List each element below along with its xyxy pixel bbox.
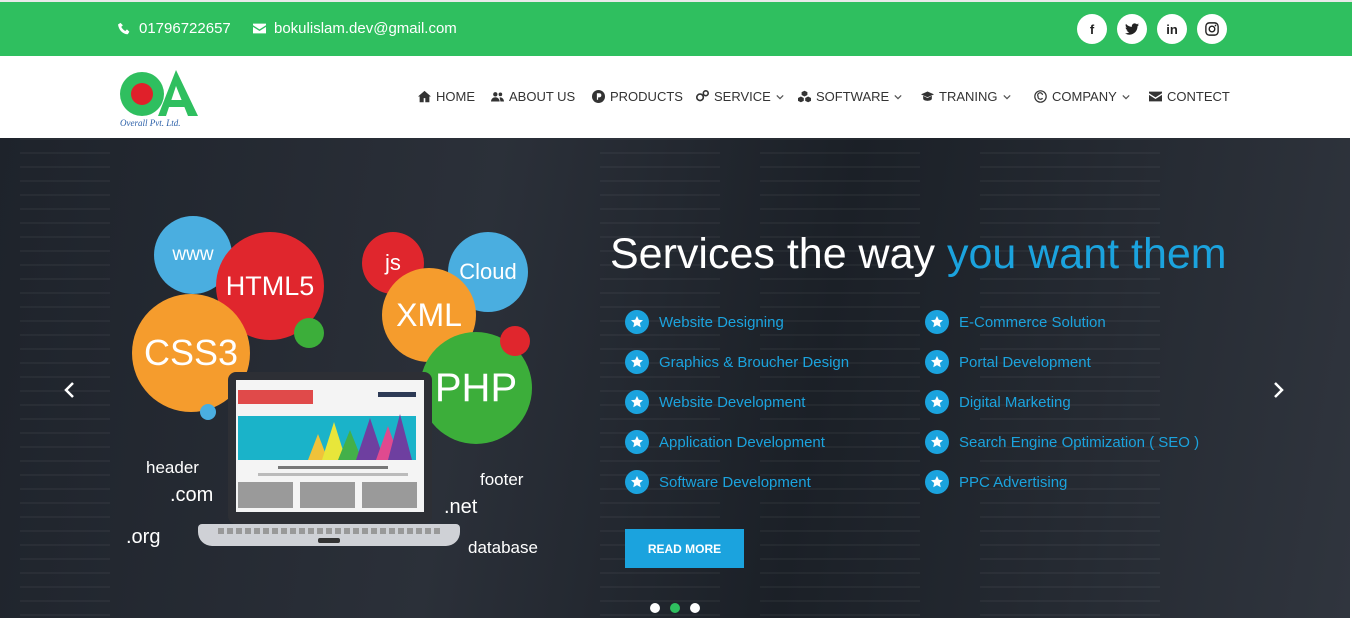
service-label: Digital Marketing xyxy=(959,393,1071,411)
service-label: Website Designing xyxy=(659,313,784,331)
slider-prev-arrow[interactable] xyxy=(60,380,80,400)
nav-products-label: PRODUCTS xyxy=(610,89,683,104)
nav-company-label: COMPANY xyxy=(1052,89,1117,104)
hero-title: Services the way you want them xyxy=(610,230,1227,279)
slider-next-arrow[interactable] xyxy=(1268,380,1288,400)
top-bar: 01796722657 bokulislam.dev@gmail.com f i… xyxy=(0,0,1352,56)
star-icon xyxy=(925,470,949,494)
slider-dot-2[interactable] xyxy=(670,603,680,613)
service-item[interactable]: E-Commerce Solution xyxy=(925,310,1106,334)
company-logo[interactable]: Overall Pvt. Ltd. xyxy=(118,64,202,130)
star-icon xyxy=(925,350,949,374)
nav-about-us[interactable]: ABOUT US xyxy=(491,89,575,104)
hero-title-main: Services the way xyxy=(610,230,947,278)
service-item[interactable]: Search Engine Optimization ( SEO ) xyxy=(925,430,1199,454)
nav-software[interactable]: SOFTWARE xyxy=(798,89,902,104)
chevron-right-icon xyxy=(1274,382,1284,398)
email-contact[interactable]: bokulislam.dev@gmail.com xyxy=(253,20,457,37)
service-label: Graphics & Broucher Design xyxy=(659,353,850,371)
service-item[interactable]: Application Development xyxy=(625,430,825,454)
chevron-down-icon xyxy=(894,94,902,99)
nav-contect-label: CONTECT xyxy=(1167,89,1230,104)
service-label: Software Development xyxy=(659,473,811,491)
phone-icon xyxy=(118,22,130,35)
star-icon xyxy=(925,390,949,414)
envelope-icon xyxy=(253,23,266,34)
star-icon xyxy=(625,430,649,454)
nav-products[interactable]: PRODUCTS xyxy=(592,89,683,104)
word-net: .net xyxy=(444,496,478,518)
nav-home[interactable]: HOME xyxy=(418,89,475,104)
word-header: header xyxy=(146,458,199,477)
email-address: bokulislam.dev@gmail.com xyxy=(274,20,457,37)
background-rack xyxy=(980,138,1160,618)
main-header: Overall Pvt. Ltd. HOME ABOUT US PRODUCTS… xyxy=(0,56,1352,138)
star-icon xyxy=(625,390,649,414)
star-icon xyxy=(625,310,649,334)
users-icon xyxy=(491,92,504,102)
nav-contect[interactable]: CONTECT xyxy=(1149,89,1230,104)
read-more-button[interactable]: READ MORE xyxy=(625,529,744,568)
hero-title-accent: you want them xyxy=(946,230,1227,278)
graduation-cap-icon xyxy=(921,91,934,101)
twitter-icon[interactable] xyxy=(1117,14,1147,44)
slider-dot-3[interactable] xyxy=(690,603,700,613)
phone-number: 01796722657 xyxy=(139,20,231,37)
instagram-icon[interactable] xyxy=(1197,14,1227,44)
cubes-icon xyxy=(798,90,811,103)
service-item[interactable]: Graphics & Broucher Design xyxy=(625,350,849,374)
service-item[interactable]: Website Development xyxy=(625,390,805,414)
copyright-icon xyxy=(1034,90,1047,103)
envelope-icon xyxy=(1149,91,1162,102)
bubble-decoration xyxy=(294,318,324,348)
bubble-decoration xyxy=(500,326,530,356)
background-rack xyxy=(20,138,110,618)
gears-icon xyxy=(696,90,709,102)
home-icon xyxy=(418,90,431,103)
star-icon xyxy=(925,310,949,334)
logo-tagline: Overall Pvt. Ltd. xyxy=(120,118,181,128)
phone-contact[interactable]: 01796722657 xyxy=(118,20,231,37)
service-item[interactable]: Digital Marketing xyxy=(925,390,1071,414)
slider-dot-1[interactable] xyxy=(650,603,660,613)
service-label: Application Development xyxy=(659,433,825,451)
nav-software-label: SOFTWARE xyxy=(816,89,890,104)
background-rack xyxy=(760,138,920,618)
service-item[interactable]: Website Designing xyxy=(625,310,784,334)
nav-service-label: SERVICE xyxy=(714,89,771,104)
service-label: Search Engine Optimization ( SEO ) xyxy=(959,433,1200,451)
nav-home-label: HOME xyxy=(436,89,475,104)
service-item[interactable]: Portal Development xyxy=(925,350,1091,374)
word-com: .com xyxy=(170,484,214,506)
service-item[interactable]: PPC Advertising xyxy=(925,470,1067,494)
service-label: E-Commerce Solution xyxy=(959,313,1106,331)
product-hunt-icon xyxy=(592,90,605,103)
chevron-down-icon xyxy=(1002,94,1011,99)
service-label: Website Development xyxy=(659,393,806,411)
service-label: Portal Development xyxy=(959,353,1091,371)
nav-about-label: ABOUT US xyxy=(509,89,576,104)
word-org: .org xyxy=(126,526,161,548)
star-icon xyxy=(625,350,649,374)
chevron-down-icon xyxy=(776,94,784,99)
web-technologies-illustration: www HTML5 js Cloud CSS3 XML PHP header .… xyxy=(120,208,550,588)
star-icon xyxy=(625,470,649,494)
nav-service[interactable]: SERVICE xyxy=(696,89,784,104)
hero-slider: www HTML5 js Cloud CSS3 XML PHP header .… xyxy=(0,138,1350,618)
chevron-left-icon xyxy=(64,382,74,398)
word-database: database xyxy=(468,538,538,557)
facebook-icon[interactable]: f xyxy=(1077,14,1107,44)
word-footer: footer xyxy=(480,470,524,489)
nav-traning-label: TRANING xyxy=(939,89,998,104)
chevron-down-icon xyxy=(1122,94,1130,99)
nav-traning[interactable]: TRANING xyxy=(921,89,1011,104)
laptop-graphic xyxy=(198,372,460,562)
service-item[interactable]: Software Development xyxy=(625,470,811,494)
linkedin-icon[interactable]: in xyxy=(1157,14,1187,44)
nav-company[interactable]: COMPANY xyxy=(1034,89,1130,104)
star-icon xyxy=(925,430,949,454)
service-label: PPC Advertising xyxy=(959,473,1068,491)
